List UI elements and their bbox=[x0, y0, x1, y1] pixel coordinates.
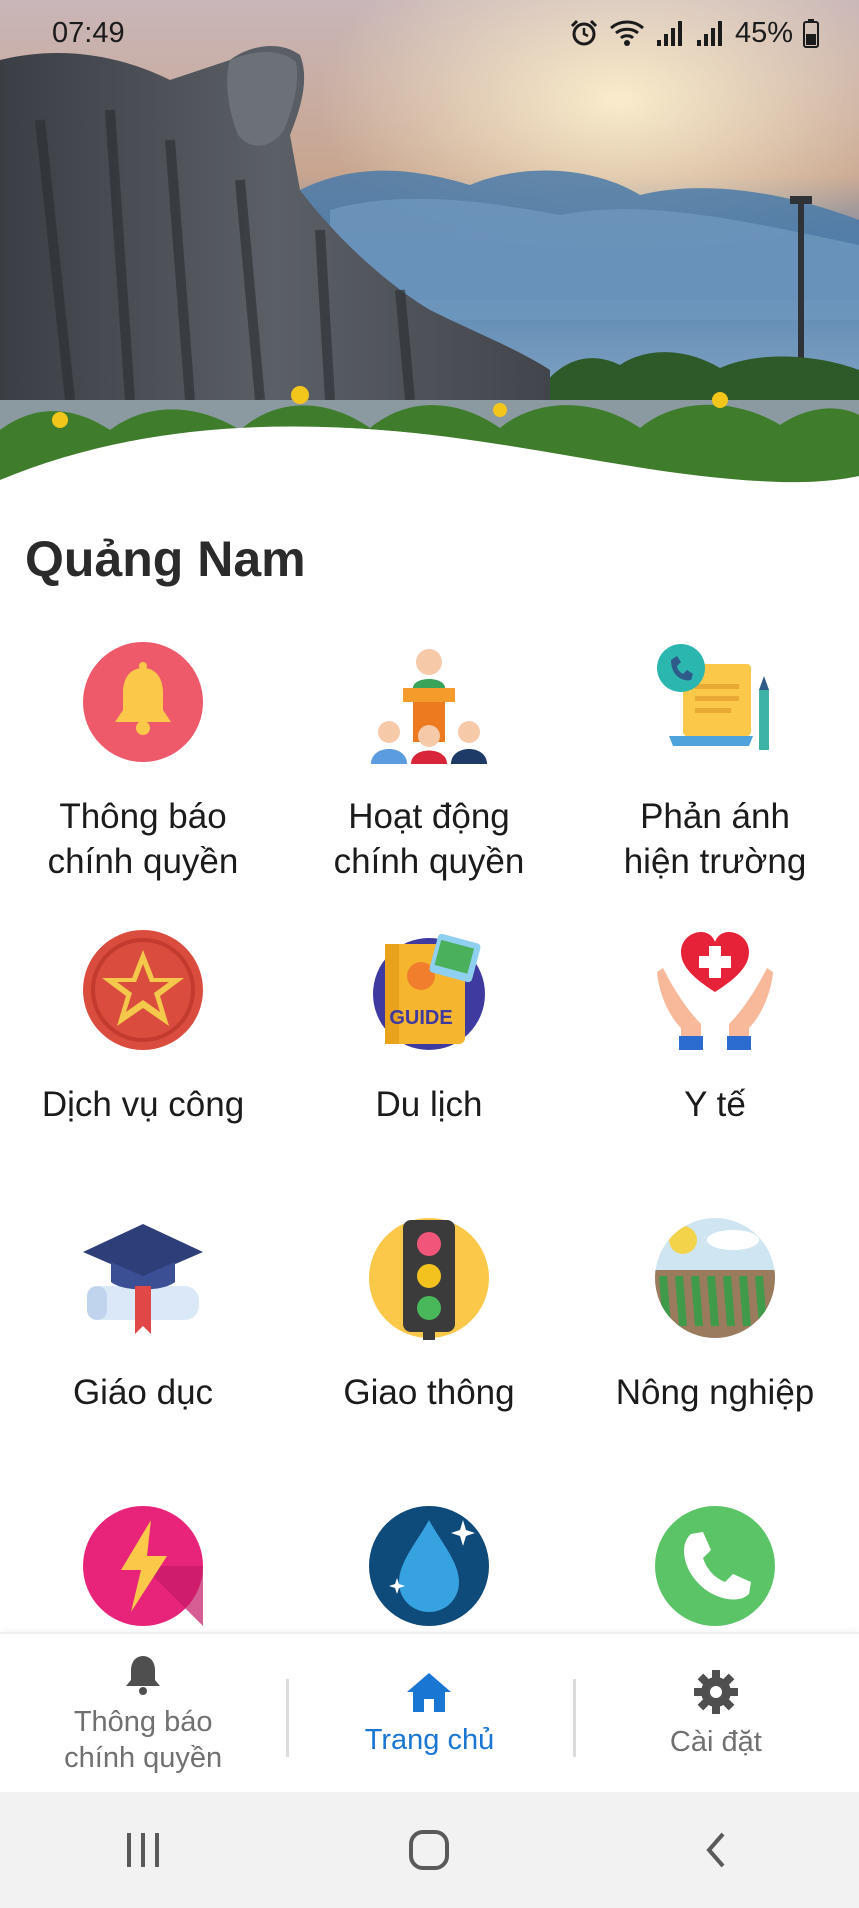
hero-banner: 07:49 45% bbox=[0, 0, 859, 500]
home-button[interactable] bbox=[369, 1805, 489, 1895]
battery-icon bbox=[803, 19, 819, 48]
tile-label: Giáo dục bbox=[72, 1373, 214, 1412]
nav-label: Thông báo chính quyền bbox=[64, 1706, 223, 1774]
tile-agriculture[interactable]: Nông nghiệp bbox=[572, 1216, 858, 1504]
tile-health[interactable]: Y tế bbox=[572, 928, 858, 1216]
status-bar: 07:49 45% bbox=[0, 0, 859, 66]
graduation-cap-icon bbox=[81, 1216, 205, 1340]
tile-label: Thông báo chính quyền bbox=[47, 797, 239, 881]
back-icon bbox=[706, 1832, 725, 1868]
region-title: Quảng Nam bbox=[25, 531, 306, 587]
nav-item-settings[interactable]: Cài đặt bbox=[572, 1634, 859, 1794]
nav-item-notices[interactable]: Thông báo chính quyền bbox=[0, 1634, 286, 1794]
tile-label: Dịch vụ công bbox=[41, 1085, 245, 1124]
service-grid: Thông báo chính quyền Hoạt động chính qu… bbox=[0, 640, 859, 1792]
battery-percent: 45% bbox=[734, 16, 793, 49]
farm-field-icon bbox=[653, 1216, 777, 1340]
home-icon bbox=[405, 1670, 453, 1714]
alarm-icon bbox=[570, 19, 598, 46]
nav-item-home[interactable]: Trang chủ bbox=[286, 1634, 572, 1794]
recent-apps-icon bbox=[127, 1833, 160, 1867]
report-phone-icon bbox=[653, 640, 777, 764]
bell-icon bbox=[121, 1652, 165, 1696]
tile-label: Du lịch bbox=[375, 1085, 483, 1124]
tile-government-notices[interactable]: Thông báo chính quyền bbox=[0, 640, 286, 928]
nav-label: Cài đặt bbox=[669, 1726, 762, 1758]
tile-label: Giao thông bbox=[343, 1373, 515, 1412]
status-time: 07:49 bbox=[52, 16, 125, 49]
signal-icon bbox=[656, 21, 682, 46]
phone-icon bbox=[653, 1504, 777, 1628]
bell-icon bbox=[81, 640, 205, 764]
guide-badge-text: GUIDE bbox=[389, 1007, 452, 1029]
tile-field-report[interactable]: Phản ánh hiện trường bbox=[572, 640, 858, 928]
bottom-navigation: Thông báo chính quyền Trang chủ Cài đặt bbox=[0, 1632, 859, 1794]
tile-government-activities[interactable]: Hoạt động chính quyền bbox=[286, 640, 572, 928]
electricity-icon bbox=[81, 1504, 205, 1628]
tile-tourism[interactable]: GUIDE Du lịch bbox=[286, 928, 572, 1216]
back-button[interactable] bbox=[656, 1805, 776, 1895]
tile-label: Y tế bbox=[684, 1085, 746, 1124]
system-navigation-bar bbox=[0, 1792, 859, 1908]
nav-label: Trang chủ bbox=[364, 1724, 495, 1756]
home-circle-icon bbox=[409, 1830, 450, 1870]
gear-icon bbox=[692, 1668, 740, 1716]
signal-icon bbox=[696, 21, 722, 46]
tile-traffic[interactable]: Giao thông bbox=[286, 1216, 572, 1504]
tile-public-services[interactable]: Dịch vụ công bbox=[0, 928, 286, 1216]
podium-people-icon bbox=[367, 640, 491, 764]
recent-apps-button[interactable] bbox=[83, 1805, 203, 1895]
tile-label: Hoạt động chính quyền bbox=[333, 797, 525, 881]
traffic-light-icon bbox=[367, 1216, 491, 1340]
tile-education[interactable]: Giáo dục bbox=[0, 1216, 286, 1504]
water-drop-icon bbox=[367, 1504, 491, 1628]
tile-label: Phản ánh hiện trường bbox=[623, 797, 807, 881]
hero-landscape-image bbox=[0, 0, 859, 500]
wifi-icon bbox=[609, 20, 644, 46]
health-hands-heart-icon bbox=[653, 928, 777, 1052]
status-icons: 45% bbox=[569, 17, 819, 50]
public-service-star-icon bbox=[81, 928, 205, 1052]
tile-label: Nông nghiệp bbox=[615, 1373, 815, 1412]
travel-guide-icon: GUIDE bbox=[367, 928, 491, 1052]
